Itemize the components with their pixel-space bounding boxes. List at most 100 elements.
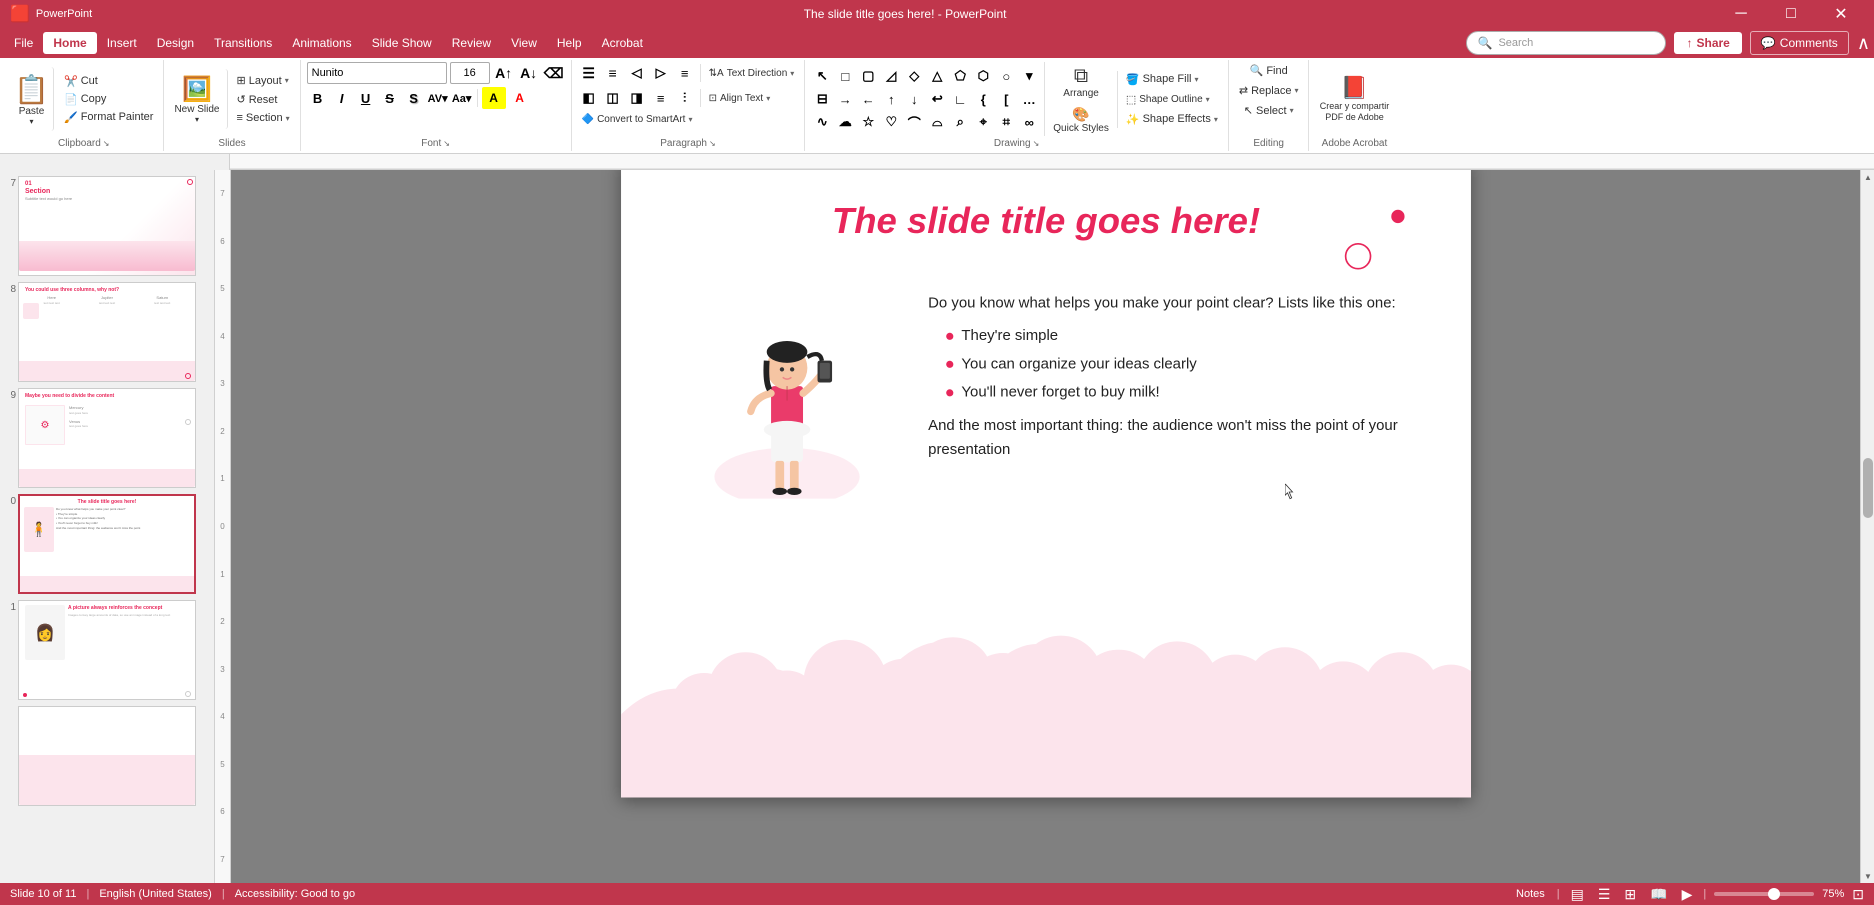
justify-button[interactable]: ≡ xyxy=(650,87,672,109)
format-painter-button[interactable]: 🖌️ Format Painter xyxy=(60,109,157,126)
zoom-thumb[interactable] xyxy=(1768,888,1780,900)
view-outline-button[interactable]: ☰ xyxy=(1595,886,1614,903)
minimize-ribbon-button[interactable]: ∧ xyxy=(1857,33,1870,54)
shape-arrow-right[interactable]: → xyxy=(834,88,856,110)
fit-slide-button[interactable]: ⊡ xyxy=(1852,886,1864,903)
view-reading-button[interactable]: 📖 xyxy=(1647,886,1670,903)
arrange-button[interactable]: ⧉ Arrange xyxy=(1049,62,1113,102)
columns-button[interactable]: ⫶ xyxy=(674,87,696,109)
menu-item-home[interactable]: Home xyxy=(43,32,96,54)
slide-title[interactable]: The slide title goes here! xyxy=(621,170,1471,258)
paste-dropdown-arrow[interactable]: ▾ xyxy=(29,117,33,126)
search-bar[interactable]: 🔍 Search xyxy=(1466,31,1666,55)
clear-format-button[interactable]: ⌫ xyxy=(543,62,565,84)
convert-smartart-button[interactable]: 🔷 Convert to SmartArt ▾ xyxy=(578,112,697,127)
slides-label[interactable]: Slides xyxy=(170,136,293,149)
slide-thumb-7[interactable]: 01 Section Subtitle text would go here xyxy=(18,176,196,276)
bold-button[interactable]: B xyxy=(307,87,329,109)
shape-gallery-expand[interactable]: ▾ xyxy=(1018,65,1040,87)
slide-thumb-last[interactable] xyxy=(18,706,196,806)
scroll-track[interactable] xyxy=(1863,186,1872,867)
shape-freeform[interactable]: ∿ xyxy=(811,111,833,133)
align-right-button[interactable]: ◨ xyxy=(626,87,648,109)
menu-item-review[interactable]: Review xyxy=(442,32,501,54)
shape-rect[interactable]: □ xyxy=(834,65,856,87)
change-case-button[interactable]: Aa▾ xyxy=(451,87,473,109)
menu-item-slide show[interactable]: Slide Show xyxy=(362,32,442,54)
shadow-button[interactable]: S xyxy=(403,87,425,109)
menu-item-transitions[interactable]: Transitions xyxy=(204,32,282,54)
scroll-up-button[interactable]: ▲ xyxy=(1861,170,1874,184)
char-spacing-button[interactable]: AV▾ xyxy=(427,87,449,109)
italic-button[interactable]: I xyxy=(331,87,353,109)
shape-arrow-up[interactable]: ↑ xyxy=(880,88,902,110)
shape-more[interactable]: … xyxy=(1018,88,1040,110)
font-name-input[interactable]: Nunito xyxy=(307,62,447,84)
increase-font-button[interactable]: A↑ xyxy=(493,62,515,84)
numbered-list-button[interactable]: ≡ xyxy=(602,62,624,84)
view-sorter-button[interactable]: ⊞ xyxy=(1621,886,1639,903)
view-slideshow-button[interactable]: ▶ xyxy=(1679,886,1696,903)
shape-select-tool[interactable]: ↖ xyxy=(811,65,833,87)
minimize-button[interactable]: ─ xyxy=(1718,0,1764,28)
copy-button[interactable]: 📄 Copy xyxy=(60,91,157,108)
align-text-button[interactable]: ⊡ Align Text ▾ xyxy=(705,91,775,106)
clipboard-label[interactable]: Clipboard ↘ xyxy=(10,136,157,149)
font-color-button[interactable]: A xyxy=(508,87,532,109)
font-size-input[interactable]: 16 xyxy=(450,62,490,84)
shape-arrow-left[interactable]: ← xyxy=(857,88,879,110)
zoom-slider[interactable] xyxy=(1714,892,1814,896)
find-button[interactable]: 🔍 Find xyxy=(1246,62,1292,79)
bullet-list-button[interactable]: ☰ xyxy=(578,62,600,84)
acrobat-create-button[interactable]: 📕 Crear y compartir PDF de Adobe xyxy=(1315,69,1393,129)
scroll-thumb[interactable] xyxy=(1863,458,1873,518)
paragraph-label[interactable]: Paragraph ↘ xyxy=(578,136,799,149)
new-slide-arrow[interactable]: ▾ xyxy=(195,115,199,124)
shape-custom5[interactable]: ⌗ xyxy=(995,111,1017,133)
shape-fill-button[interactable]: 🪣 Shape Fill ▾ xyxy=(1122,71,1222,88)
shape-curved-arrow[interactable]: ↩ xyxy=(926,88,948,110)
clipboard-expand-icon[interactable]: ↘ xyxy=(103,139,110,148)
decrease-font-button[interactable]: A↓ xyxy=(518,62,540,84)
layout-button[interactable]: ⊞ Layout ▾ xyxy=(232,72,293,89)
align-center-button[interactable]: ◫ xyxy=(602,87,624,109)
view-normal-button[interactable]: ▤ xyxy=(1568,886,1587,903)
paragraph-expand-icon[interactable]: ↘ xyxy=(709,139,716,148)
select-button[interactable]: ↖ Select ▾ xyxy=(1240,102,1298,119)
shape-cloud[interactable]: ☁ xyxy=(834,111,856,133)
shape-custom2[interactable]: ⌓ xyxy=(926,111,948,133)
slide-panel[interactable]: 7 01 Section Subtitle text would go here xyxy=(0,170,215,883)
shape-custom3[interactable]: ⌕ xyxy=(949,111,971,133)
slide-thumb-9[interactable]: Maybe you need to divide the content ⚙ M… xyxy=(18,388,196,488)
reset-button[interactable]: ↺ Reset xyxy=(232,91,293,108)
shape-brace[interactable]: { xyxy=(972,88,994,110)
underline-button[interactable]: U xyxy=(355,87,377,109)
highlight-color-button[interactable]: A xyxy=(482,87,506,109)
section-button[interactable]: ≡ Section ▾ xyxy=(232,110,293,126)
slide-thumb-1[interactable]: 👩 A picture always reinforces the concep… xyxy=(18,600,196,700)
notes-button[interactable]: Notes xyxy=(1512,888,1549,900)
maximize-button[interactable]: □ xyxy=(1768,0,1814,28)
font-expand-icon[interactable]: ↘ xyxy=(443,139,450,148)
shape-star[interactable]: ☆ xyxy=(857,111,879,133)
drawing-expand-icon[interactable]: ↘ xyxy=(1033,139,1040,148)
comment-button[interactable]: 💬 Comments xyxy=(1750,31,1849,55)
shape-bracket[interactable]: [ xyxy=(995,88,1017,110)
strikethrough-button[interactable]: S xyxy=(379,87,401,109)
menu-item-file[interactable]: File xyxy=(4,32,43,54)
increase-indent-button[interactable]: ▷ xyxy=(650,62,672,84)
shape-custom4[interactable]: ⌖ xyxy=(972,111,994,133)
shape-oval[interactable]: ○ xyxy=(995,65,1017,87)
shape-arrow-down[interactable]: ↓ xyxy=(903,88,925,110)
close-button[interactable]: ✕ xyxy=(1818,0,1864,28)
text-direction-button[interactable]: ⇅A Text Direction ▾ xyxy=(705,66,799,81)
shape-connector[interactable]: ∟ xyxy=(949,88,971,110)
shape-text-box[interactable]: ⊟ xyxy=(811,88,833,110)
menu-item-acrobat[interactable]: Acrobat xyxy=(592,32,653,54)
share-button[interactable]: ↑ Share xyxy=(1674,32,1741,54)
cut-button[interactable]: ✂️ Cut xyxy=(60,73,157,90)
align-left-button[interactable]: ◧ xyxy=(578,87,600,109)
scroll-down-button[interactable]: ▼ xyxy=(1861,869,1874,883)
quick-styles-button[interactable]: 🎨 Quick Styles xyxy=(1049,104,1113,136)
slide-thumb-8[interactable]: You could use three columns, why not? He… xyxy=(18,282,196,382)
